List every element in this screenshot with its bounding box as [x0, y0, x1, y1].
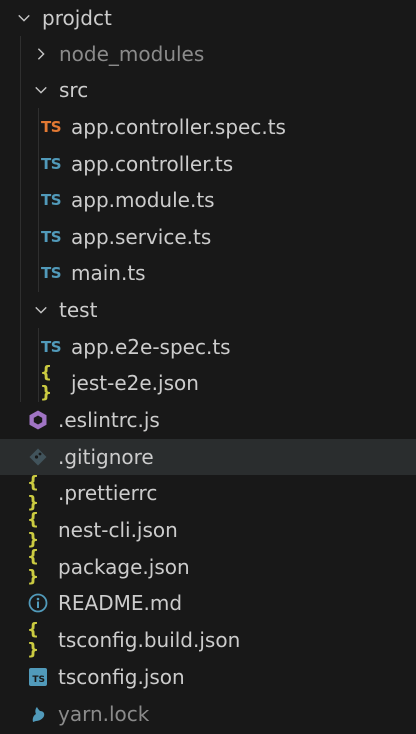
chevron-right-icon — [33, 46, 49, 62]
file-app-module-ts[interactable]: TS app.module.ts — [0, 182, 416, 218]
folder-src[interactable]: src — [0, 72, 416, 108]
file-readme-md[interactable]: README.md — [0, 585, 416, 621]
folder-node-modules[interactable]: node_modules — [0, 36, 416, 72]
folder-label: node_modules — [59, 42, 205, 66]
file-label: package.json — [58, 555, 190, 579]
chevron-down-icon — [33, 82, 49, 98]
typescript-icon: TS — [40, 338, 62, 356]
file-label: app.controller.spec.ts — [71, 115, 286, 139]
json-icon: { } — [27, 547, 41, 587]
file-label: app.controller.ts — [71, 152, 234, 176]
typescript-icon: TS — [40, 155, 62, 173]
yarn-icon — [27, 703, 49, 725]
file-main-ts[interactable]: TS main.ts — [0, 255, 416, 291]
folder-label: test — [59, 298, 98, 322]
file-explorer: projdct node_modules src TS app.controll… — [0, 0, 416, 734]
typescript-icon: TS — [40, 228, 62, 246]
file-label: nest-cli.json — [58, 518, 178, 542]
file-prettierrc[interactable]: { } .prettierrc — [0, 473, 416, 513]
file-label: app.module.ts — [71, 188, 215, 212]
file-label: app.service.ts — [71, 225, 212, 249]
file-package-json[interactable]: { } package.json — [0, 547, 416, 587]
file-gitignore[interactable]: .gitignore — [0, 439, 416, 475]
folder-projdct[interactable]: projdct — [0, 0, 416, 36]
file-label: .gitignore — [58, 445, 154, 469]
json-icon: { } — [40, 363, 54, 403]
file-app-e2e-spec-ts[interactable]: TS app.e2e-spec.ts — [0, 329, 416, 365]
file-tsconfig-json[interactable]: TS tsconfig.json — [0, 659, 416, 695]
file-label: app.e2e-spec.ts — [71, 335, 231, 359]
file-label: .eslintrc.js — [58, 408, 160, 432]
file-app-service-ts[interactable]: TS app.service.ts — [0, 219, 416, 255]
file-label: .prettierrc — [58, 481, 158, 505]
file-label: README.md — [58, 591, 183, 615]
typescript-icon: TS — [40, 264, 62, 282]
folder-test[interactable]: test — [0, 292, 416, 328]
file-label: main.ts — [71, 261, 146, 285]
eslint-icon — [27, 409, 49, 431]
chevron-down-icon — [33, 302, 49, 318]
chevron-down-icon — [16, 10, 32, 26]
typescript-icon: TS — [40, 191, 62, 209]
json-icon: { } — [27, 510, 41, 550]
tsconfig-icon: TS — [27, 666, 49, 688]
file-app-controller-ts[interactable]: TS app.controller.ts — [0, 146, 416, 182]
file-app-controller-spec-ts[interactable]: TS app.controller.spec.ts — [0, 109, 416, 145]
json-icon: { } — [27, 473, 41, 513]
file-tsconfig-build-json[interactable]: { } tsconfig.build.json — [0, 620, 416, 660]
file-label: tsconfig.json — [58, 665, 185, 689]
file-jest-e2e-json[interactable]: { } jest-e2e.json — [0, 363, 416, 403]
file-label: yarn.lock — [58, 702, 150, 726]
file-eslintrc-js[interactable]: .eslintrc.js — [0, 402, 416, 438]
file-label: tsconfig.build.json — [58, 628, 241, 652]
file-label: jest-e2e.json — [71, 371, 199, 395]
file-nest-cli-json[interactable]: { } nest-cli.json — [0, 510, 416, 550]
typescript-spec-icon: TS — [40, 118, 62, 136]
json-icon: { } — [27, 620, 41, 660]
folder-label: projdct — [42, 6, 112, 30]
git-icon — [27, 446, 49, 468]
folder-label: src — [59, 78, 89, 102]
info-icon — [27, 592, 49, 614]
tsconfig-badge: TS — [29, 668, 47, 686]
file-yarn-lock[interactable]: yarn.lock — [0, 696, 416, 732]
